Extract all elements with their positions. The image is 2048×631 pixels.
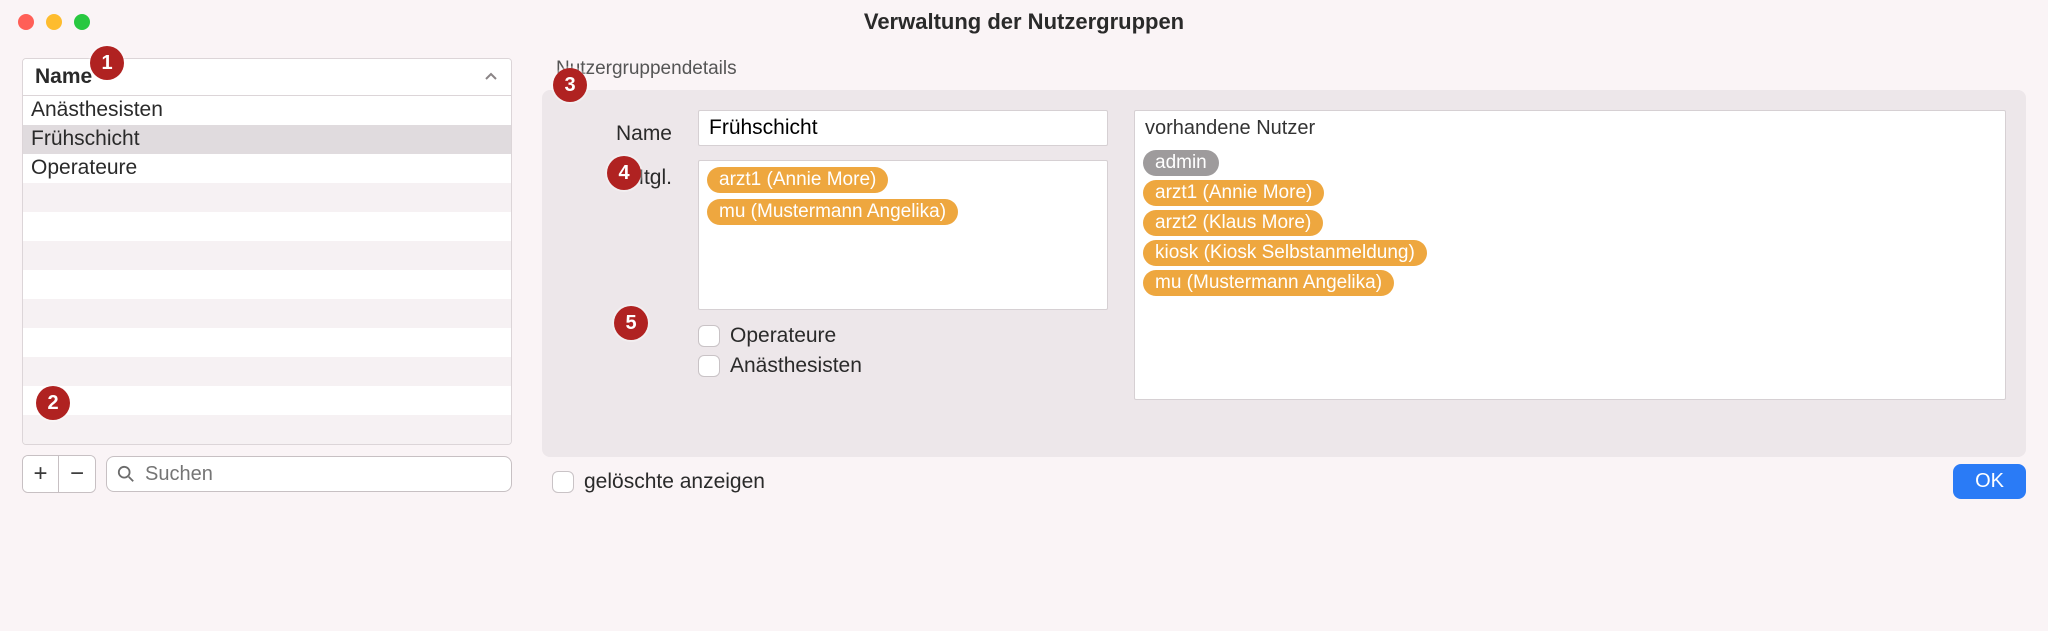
search-field[interactable] [106,456,512,492]
group-row-empty [23,241,511,270]
role-checkbox-row[interactable]: Operateure [698,324,1108,348]
callout-4: 4 [607,156,641,190]
user-tag[interactable]: admin [1143,150,1219,176]
search-icon [117,465,135,483]
callout-3: 3 [553,68,587,102]
group-row-empty [23,328,511,357]
checkbox-icon[interactable] [698,355,720,377]
members-box[interactable]: arzt1 (Annie More) mu (Mustermann Angeli… [698,160,1108,310]
details-panel: Name Mtgl. arzt1 (Annie More) mu (Muster… [542,90,2026,457]
user-tag[interactable]: kiosk (Kiosk Selbstanmeldung) [1143,240,1427,266]
ok-button[interactable]: OK [1953,464,2026,499]
group-row[interactable]: Frühschicht [23,125,511,154]
show-deleted-checkbox[interactable] [552,471,574,493]
user-tag[interactable]: arzt2 (Klaus More) [1143,210,1323,236]
group-rows: Anästhesisten Frühschicht Operateure [23,96,511,444]
group-row-empty [23,357,511,386]
window-title: Verwaltung der Nutzergruppen [864,9,1184,35]
details-section-title: Nutzergruppendetails [556,58,2026,80]
group-row-empty [23,270,511,299]
label-name: Name [562,116,672,152]
user-tag[interactable]: mu (Mustermann Angelika) [1143,270,1394,296]
add-button[interactable]: + [23,456,59,492]
group-row-empty [23,183,511,212]
available-users-title: vorhandene Nutzer [1135,111,2005,146]
member-tag[interactable]: arzt1 (Annie More) [707,167,888,193]
minimize-icon[interactable] [46,14,62,30]
group-row-empty [23,212,511,241]
available-users-box: vorhandene Nutzer admin arzt1 (Annie Mor… [1134,110,2006,400]
role-checkbox-row[interactable]: Anästhesisten [698,354,1108,378]
zoom-icon[interactable] [74,14,90,30]
search-input[interactable] [143,462,501,487]
remove-button[interactable]: − [59,456,95,492]
callout-1: 1 [90,46,124,80]
window-controls [18,14,90,30]
add-remove-group: + − [22,455,96,493]
titlebar: Verwaltung der Nutzergruppen [0,0,2048,44]
group-row[interactable]: Operateure [23,154,511,183]
sort-chevron-icon [483,69,499,85]
callout-2: 2 [36,386,70,420]
group-table: Name Anästhesisten Frühschicht Operateur… [22,58,512,445]
callout-5: 5 [614,306,648,340]
role-label: Operateure [730,324,836,348]
group-row[interactable]: Anästhesisten [23,96,511,125]
close-icon[interactable] [18,14,34,30]
checkbox-icon[interactable] [698,325,720,347]
group-row-empty [23,299,511,328]
member-tag[interactable]: mu (Mustermann Angelika) [707,199,958,225]
group-row-empty [23,386,511,415]
group-row-empty [23,415,511,444]
group-table-header-label: Name [35,65,92,89]
show-deleted-label: gelöschte anzeigen [584,470,765,494]
group-name-input[interactable] [698,110,1108,146]
user-tag[interactable]: arzt1 (Annie More) [1143,180,1324,206]
role-label: Anästhesisten [730,354,862,378]
